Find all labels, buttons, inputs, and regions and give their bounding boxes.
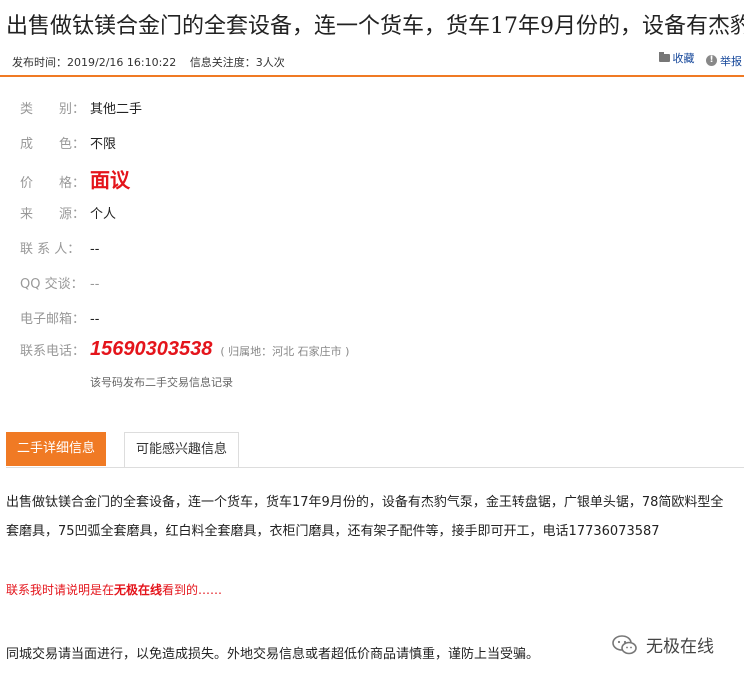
field-qq: QQ 交谈： -- xyxy=(20,273,99,292)
field-value: -- xyxy=(90,312,100,327)
field-label: 来 源： xyxy=(20,207,86,222)
field-label: 电子邮箱： xyxy=(20,312,86,327)
contact-note-prefix: 联系我时请说明是在 xyxy=(6,583,115,597)
field-value: -- xyxy=(90,277,100,292)
field-category: 类 别： 其他二手 xyxy=(20,98,142,117)
field-label: QQ 交谈： xyxy=(20,277,84,292)
detail-tabs: 二手详细信息 可能感兴趣信息 xyxy=(6,432,744,468)
publish-time: 发布时间：2019/2/16 16:10:22 xyxy=(12,56,177,69)
phone-record-link[interactable]: 该号码发布二手交易信息记录 xyxy=(90,371,233,390)
field-label: 联 系 人： xyxy=(20,242,81,257)
phone-location: ( 归属地：河北 石家庄市 ) xyxy=(220,345,350,358)
report-label: 举报 xyxy=(720,54,742,68)
field-value: -- xyxy=(90,242,100,257)
field-contact: 联 系 人： -- xyxy=(20,238,99,257)
phone-number[interactable]: 15690303538 xyxy=(90,338,212,360)
favorite-button[interactable]: 收藏 xyxy=(658,50,695,66)
post-actions: 收藏 ! 举报 xyxy=(651,50,742,69)
field-value: 个人 xyxy=(90,207,117,222)
field-price: 价 格： 面议 xyxy=(20,164,130,193)
post-meta: 发布时间：2019/2/16 16:10:22 信息关注度：3人次 xyxy=(12,54,295,70)
contact-note-suffix: 看到的…… xyxy=(162,583,223,597)
favorite-label: 收藏 xyxy=(672,52,695,65)
attention-count: 信息关注度：3人次 xyxy=(189,56,285,69)
folder-icon xyxy=(658,52,670,62)
field-label: 联系电话： xyxy=(20,344,86,359)
contact-note-brand: 无极在线 xyxy=(114,583,163,597)
field-email: 电子邮箱： -- xyxy=(20,308,99,327)
field-label: 类 别： xyxy=(20,102,86,117)
field-source: 来 源： 个人 xyxy=(20,203,116,222)
safety-note: 同城交易请当面进行，以免造成损失。外地交易信息或者超低价商品请慎重，谨防上当受骗… xyxy=(6,647,540,662)
alert-icon: ! xyxy=(706,55,717,66)
price-value: 面议 xyxy=(90,168,130,192)
tab-detail[interactable]: 二手详细信息 xyxy=(6,432,107,466)
description-text: 出售做钛镁合金门的全套设备，连一个货车，货车17年9月份的，设备有杰豹气泵，金王… xyxy=(6,495,724,539)
phone-record-text: 该号码发布二手交易信息记录 xyxy=(90,376,233,389)
wechat-icon xyxy=(612,634,637,654)
field-value: 其他二手 xyxy=(90,102,143,117)
field-phone: 联系电话： 15690303538 ( 归属地：河北 石家庄市 ) xyxy=(20,338,349,361)
watermark-text: 无极在线 xyxy=(646,637,714,657)
header-divider xyxy=(0,75,744,77)
tab-interest[interactable]: 可能感兴趣信息 xyxy=(124,432,240,467)
field-condition: 成 色： 不限 xyxy=(20,133,116,152)
report-button[interactable]: ! 举报 xyxy=(706,53,742,69)
watermark: 无极在线 xyxy=(612,632,714,657)
field-label: 成 色： xyxy=(20,137,86,152)
field-label: 价 格： xyxy=(20,176,86,191)
page-title: 出售做钛镁合金门的全套设备，连一个货车，货车17年9月份的，设备有杰豹气泵， xyxy=(6,14,744,39)
field-value: 不限 xyxy=(90,137,117,152)
contact-note: 联系我时请说明是在无极在线看到的…… xyxy=(6,581,222,598)
